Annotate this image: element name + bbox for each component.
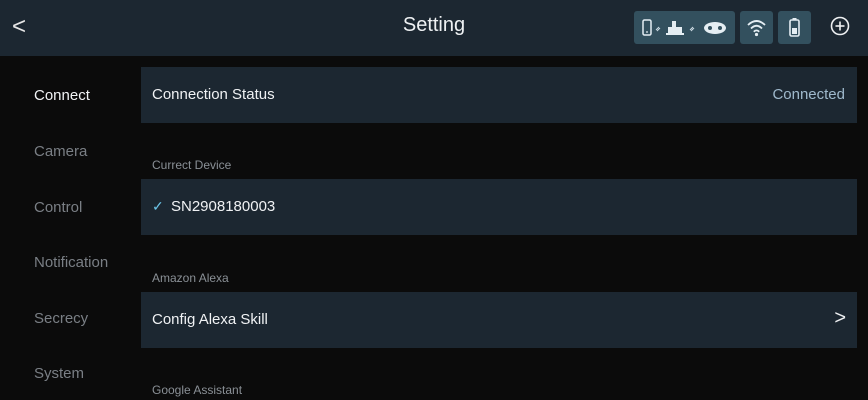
config-alexa-skill-row[interactable]: Config Alexa Skill > [141,292,857,348]
check-icon: ✓ [152,198,164,214]
amazon-alexa-section-label: Amazon Alexa [152,271,229,285]
add-circle-icon [830,16,850,36]
battery-status-indicator[interactable] [778,11,811,44]
phone-robot-gamepad-icon [642,19,726,36]
connection-status-label: Connection Status [152,86,275,103]
sidebar-item-system[interactable]: System [34,365,84,382]
battery-icon [789,18,800,37]
sidebar-item-connect[interactable]: Connect [34,87,90,104]
chevron-right-icon: > [834,307,846,329]
sidebar-item-control[interactable]: Control [34,199,82,216]
device-status-indicator[interactable] [634,11,735,44]
device-serial: SN2908180003 [171,198,276,215]
connection-status-row: Connection Status Connected [141,67,857,123]
top-bar: < Setting [0,0,868,56]
add-button[interactable] [828,14,852,38]
connection-status-value: Connected [772,86,845,103]
google-assistant-section-label: Google Assistant [152,383,243,397]
current-device-row[interactable]: ✓ SN2908180003 [141,179,857,235]
sidebar-item-secrecy[interactable]: Secrecy [34,310,88,327]
wifi-status-indicator[interactable] [740,11,773,44]
sidebar-item-camera[interactable]: Camera [34,143,87,160]
config-alexa-skill-label: Config Alexa Skill [152,311,268,328]
sidebar: Connect Camera Control Notification Secr… [0,56,140,400]
wifi-icon [747,20,766,37]
sidebar-item-notification[interactable]: Notification [34,254,108,271]
page-title: Setting [402,14,466,36]
current-device-section-label: Currect Device [152,158,232,172]
